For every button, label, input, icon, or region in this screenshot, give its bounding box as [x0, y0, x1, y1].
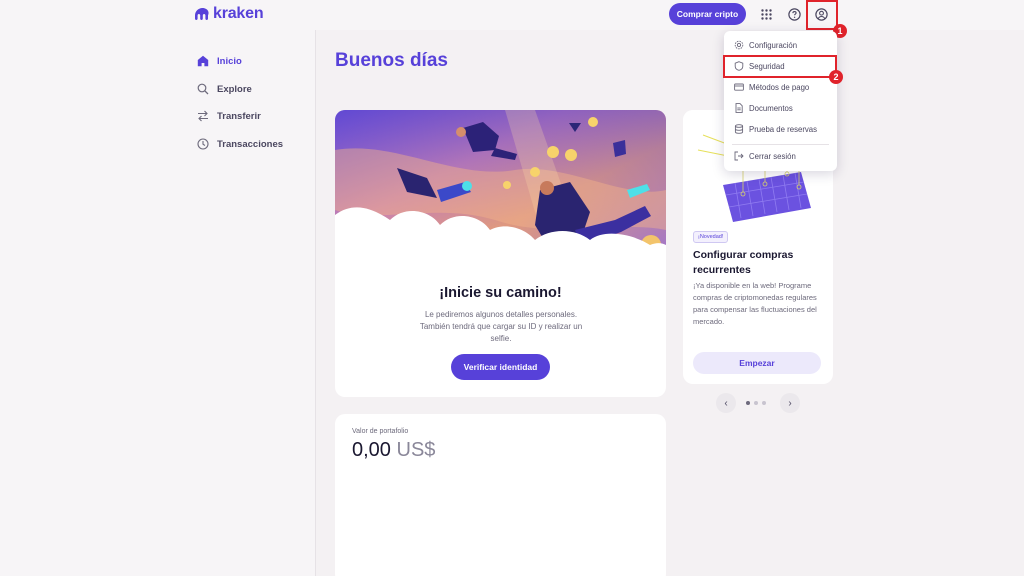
apps-grid-icon[interactable]: [758, 6, 774, 22]
menu-item-metodos-de-pago[interactable]: Métodos de pago: [724, 78, 837, 96]
chevron-left-icon: ‹: [724, 397, 728, 409]
sidebar: [0, 30, 316, 576]
hero-title: ¡Inicie su camino!: [439, 285, 562, 301]
promo-description: ¡Ya disponible en la web! Programe compr…: [693, 281, 817, 326]
page-title: Buenos días: [335, 50, 448, 71]
new-badge: ¡Novedad!: [693, 231, 729, 243]
start-button[interactable]: Empezar: [693, 352, 821, 374]
sidebar-item-label: Inicio: [217, 55, 242, 67]
clock-icon: [196, 138, 209, 151]
menu-item-documentos[interactable]: Documentos: [724, 99, 837, 117]
home-icon: [196, 55, 209, 68]
sidebar-item-label: Explore: [217, 83, 252, 95]
carousel-dots: [746, 401, 766, 405]
sidebar-item-explore[interactable]: Explore: [196, 81, 252, 97]
account-dropdown-menu: Configuración Seguridad Métodos de pago …: [724, 31, 837, 171]
sidebar-item-inicio[interactable]: Inicio: [196, 53, 242, 69]
menu-divider: [732, 144, 829, 145]
carousel-dot[interactable]: [746, 401, 750, 405]
sidebar-item-label: Transferir: [217, 110, 261, 122]
hero-illustration: [335, 110, 666, 280]
portfolio-value: 0,00 US$: [352, 439, 435, 462]
menu-item-label: Métodos de pago: [749, 82, 810, 92]
hero-description: Le pediremos algunos detalles personales…: [419, 310, 583, 343]
carousel-dot[interactable]: [754, 401, 758, 405]
portfolio-amount: 0,00: [352, 439, 391, 461]
sidebar-item-transacciones[interactable]: Transacciones: [196, 136, 283, 152]
menu-item-cerrar-sesion[interactable]: Cerrar sesión: [724, 147, 837, 165]
document-icon: [734, 103, 744, 113]
chevron-right-icon: ›: [788, 397, 792, 409]
buy-crypto-button[interactable]: Comprar cripto: [669, 3, 746, 25]
portfolio-currency: US$: [396, 439, 436, 461]
card-icon: [734, 82, 744, 92]
kraken-logo[interactable]: kraken: [195, 5, 264, 23]
sidebar-item-transferir[interactable]: Transferir: [196, 108, 261, 124]
menu-item-prueba-de-reservas[interactable]: Prueba de reservas: [724, 120, 837, 138]
menu-item-label: Prueba de reservas: [749, 124, 818, 134]
logout-icon: [734, 151, 744, 161]
verify-identity-button[interactable]: Verificar identidad: [451, 354, 550, 380]
carousel-prev-button[interactable]: ‹: [716, 393, 736, 413]
menu-item-label: Configuración: [749, 40, 798, 50]
portfolio-label: Valor de portafolio: [352, 428, 409, 435]
gear-icon: [734, 40, 744, 50]
top-bar: kraken Comprar cripto: [0, 0, 1024, 30]
portfolio-card: Valor de portafolio 0,00 US$: [335, 414, 666, 576]
sidebar-item-label: Transacciones: [217, 138, 284, 150]
promo-title: Configurar compras recurrentes: [693, 249, 794, 276]
verify-identity-card: ¡Inicie su camino! Le pediremos algunos …: [335, 110, 666, 397]
menu-item-label: Documentos: [749, 103, 793, 113]
carousel-dot[interactable]: [762, 401, 766, 405]
transfer-icon: [196, 110, 209, 123]
search-icon: [196, 83, 209, 96]
menu-item-label: Cerrar sesión: [749, 151, 796, 161]
highlight-user-icon: [806, 0, 838, 30]
step-2-marker: 2: [829, 70, 843, 84]
brand-name: kraken: [213, 5, 264, 22]
kraken-logo-icon: [195, 8, 210, 20]
menu-item-configuracion[interactable]: Configuración: [724, 36, 837, 54]
carousel-next-button[interactable]: ›: [780, 393, 800, 413]
highlight-seguridad: [723, 55, 837, 78]
help-icon[interactable]: [786, 6, 802, 22]
database-icon: [734, 124, 744, 134]
